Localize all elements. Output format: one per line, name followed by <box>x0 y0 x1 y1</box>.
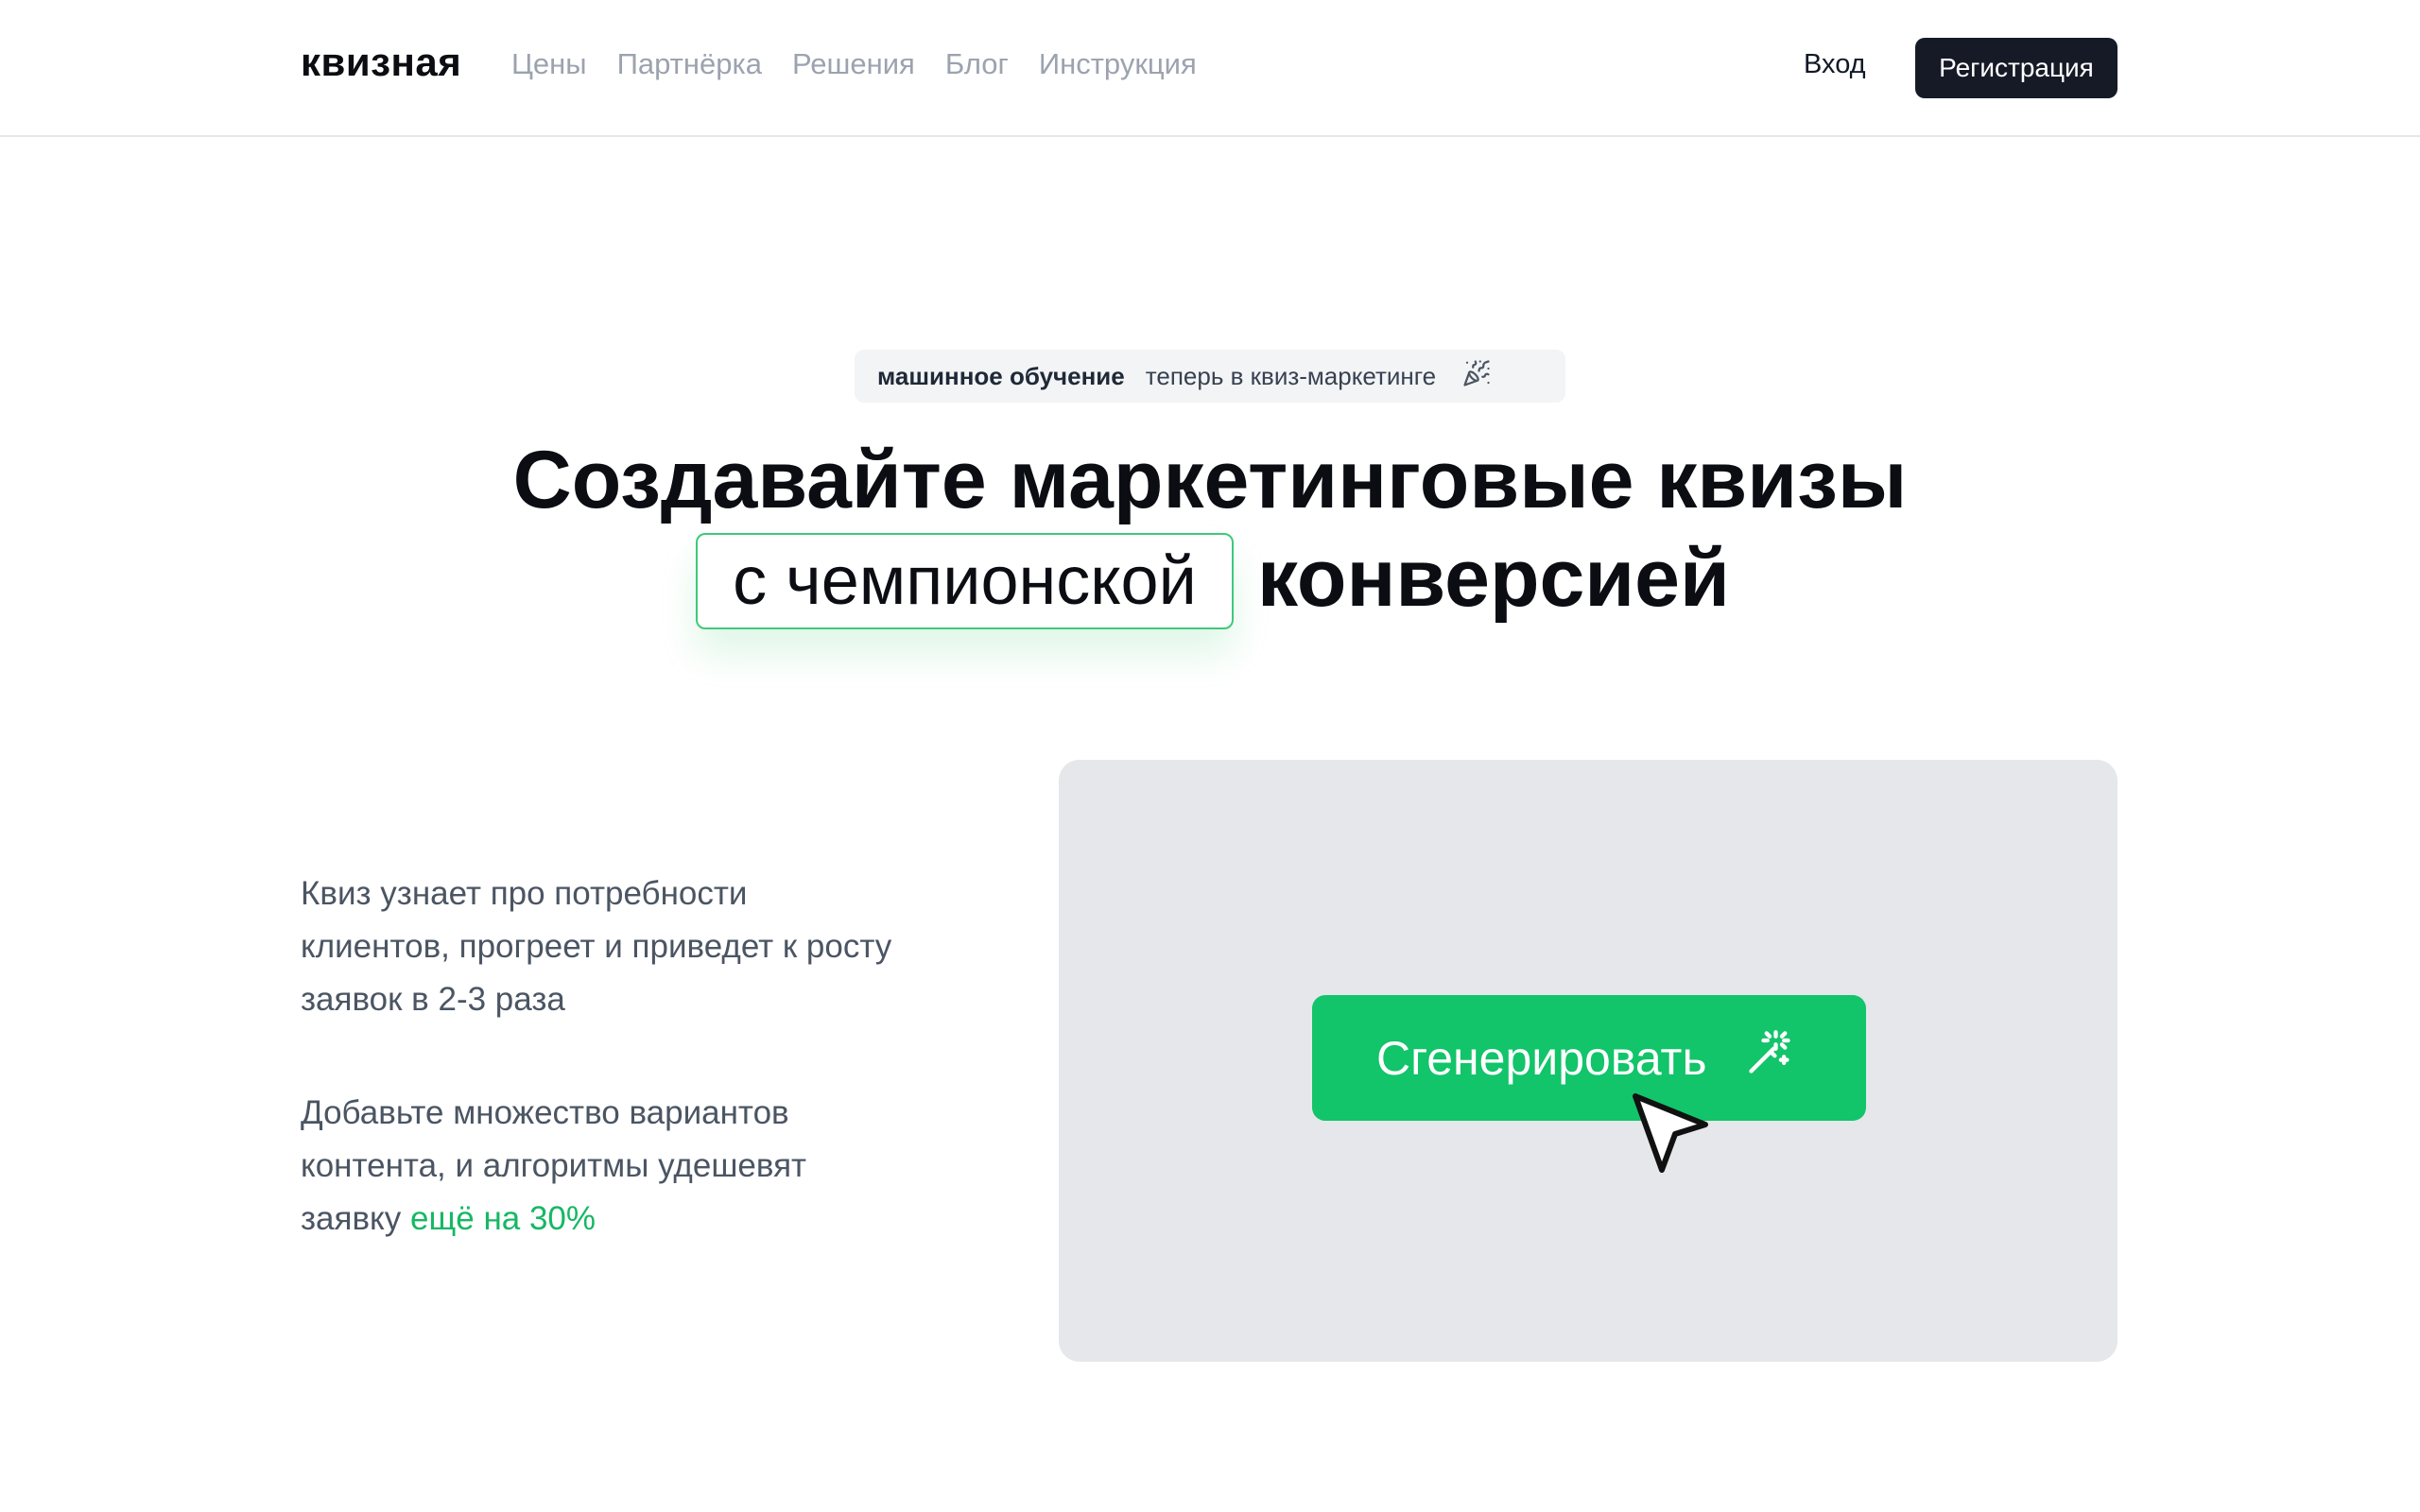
nav-item-partners[interactable]: Партнёрка <box>617 47 762 81</box>
generate-button-label: Сгенерировать <box>1376 1031 1707 1085</box>
title-highlight-box: с чемпионской <box>696 533 1234 629</box>
nav-item-instructions[interactable]: Инструкция <box>1039 47 1197 81</box>
top-navigation-bar: квизная Цены Партнёрка Решения Блог Инст… <box>0 0 2420 137</box>
register-button[interactable]: Регистрация <box>1915 38 2118 98</box>
paragraph-2-accent: ещё на 30% <box>410 1200 596 1237</box>
generate-button[interactable]: Сгенерировать <box>1312 995 1866 1121</box>
main-nav: Цены Партнёрка Решения Блог Инструкция <box>511 47 1197 81</box>
nav-item-blog[interactable]: Блог <box>945 47 1009 81</box>
description-paragraph-2: Добавьте множество вариантов контента, и… <box>301 1087 906 1246</box>
badge-text: теперь в квиз-маркетинге <box>1145 361 1437 390</box>
title-line2-rest: конверсией <box>1257 533 1730 624</box>
nav-item-solutions[interactable]: Решения <box>792 47 915 81</box>
magic-wand-icon <box>1745 1028 1794 1089</box>
logo[interactable]: квизная <box>301 40 461 85</box>
party-popper-icon <box>1457 359 1491 394</box>
demo-panel: Сгенерировать <box>1059 760 2118 1362</box>
hero-title-line2: с чемпионской конверсией <box>0 529 2420 633</box>
description-paragraph-1: Квиз узнает про потребности клиентов, пр… <box>301 875 892 1018</box>
announcement-badge[interactable]: машинное обучение теперь в квиз-маркетин… <box>855 350 1565 403</box>
badge-strong-text: машинное обучение <box>877 361 1125 390</box>
pointer-cursor-icon <box>1626 1089 1711 1179</box>
login-link[interactable]: Вход <box>1804 49 1866 80</box>
nav-item-prices[interactable]: Цены <box>511 47 587 81</box>
hero-title-line1: Создавайте маркетинговые квизы <box>512 435 1908 525</box>
